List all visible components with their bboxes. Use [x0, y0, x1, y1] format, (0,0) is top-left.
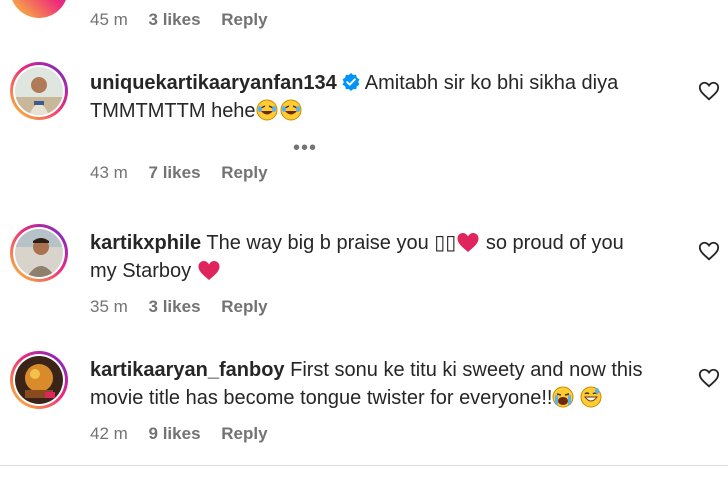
likes-count[interactable]: 9 likes	[149, 424, 201, 443]
avatar[interactable]	[10, 224, 68, 282]
crying-emoji	[552, 386, 574, 408]
comment-body: First sonu ke titu ki sweety and now thi…	[290, 359, 643, 381]
comment-username[interactable]: kartikaaryan_fanboy	[90, 359, 285, 381]
comment-meta: 45 m 3 likes Reply	[90, 10, 284, 30]
comment-username[interactable]: kartikxphile	[90, 232, 201, 254]
comment-body-line2: TMMTMTTM hehe	[90, 100, 256, 122]
user-avatar-icon	[15, 229, 63, 277]
heart-outline-icon[interactable]	[698, 367, 720, 389]
reply-button[interactable]: Reply	[221, 424, 267, 443]
likes-count[interactable]: 3 likes	[149, 10, 201, 29]
comment-text-line2: movie title has become tongue twister fo…	[90, 384, 602, 412]
comment-username[interactable]: uniquekartikaaryanfan134	[90, 72, 337, 94]
more-options-button[interactable]: •••	[293, 137, 317, 160]
grinning-sweat-emoji	[580, 386, 602, 408]
comment-time: 42 m	[90, 424, 128, 443]
comment-meta: 43 m 7 likes Reply	[90, 163, 284, 183]
rofl-emoji	[280, 99, 302, 121]
comment-text: uniquekartikaaryanfan134 Amitabh sir ko b…	[90, 69, 618, 97]
comment-body-line2: my Starboy	[90, 260, 192, 282]
comment-meta: 35 m 3 likes Reply	[90, 297, 284, 317]
comment-text: kartikxphile The way big b praise you ▯▯…	[90, 229, 624, 257]
comment-time: 45 m	[90, 10, 128, 29]
heart-outline-icon[interactable]	[698, 80, 720, 102]
comment-text-line2: TMMTMTTM hehe	[90, 97, 302, 125]
comment-body: The way big b praise you ▯▯	[206, 232, 457, 254]
comment-meta: 42 m 9 likes Reply	[90, 424, 284, 444]
comment-body-suffix: so proud of you	[480, 232, 624, 254]
rofl-emoji	[256, 99, 278, 121]
avatar-story-ring[interactable]	[10, 0, 68, 18]
comment-body: Amitabh sir ko bhi sikha diya	[364, 72, 619, 94]
reply-button[interactable]: Reply	[221, 297, 267, 316]
comment-text: kartikaaryan_fanboy First sonu ke titu k…	[90, 356, 642, 384]
reply-button[interactable]: Reply	[221, 10, 267, 29]
avatar[interactable]	[10, 351, 68, 409]
red-heart-emoji	[198, 261, 220, 280]
heart-outline-icon[interactable]	[698, 240, 720, 262]
comment-text-line2: my Starboy	[90, 257, 221, 285]
comment-time: 43 m	[90, 163, 128, 182]
divider	[0, 465, 728, 466]
comment-time: 35 m	[90, 297, 128, 316]
comment-body-line2: movie title has become tongue twister fo…	[90, 387, 553, 409]
likes-count[interactable]: 7 likes	[149, 163, 201, 182]
avatar[interactable]	[10, 62, 68, 120]
red-heart-emoji	[457, 233, 479, 252]
reply-button[interactable]: Reply	[221, 163, 267, 182]
verified-badge-icon	[342, 73, 360, 91]
user-avatar-icon	[15, 356, 63, 404]
user-avatar-icon	[15, 67, 63, 115]
likes-count[interactable]: 3 likes	[149, 297, 201, 316]
